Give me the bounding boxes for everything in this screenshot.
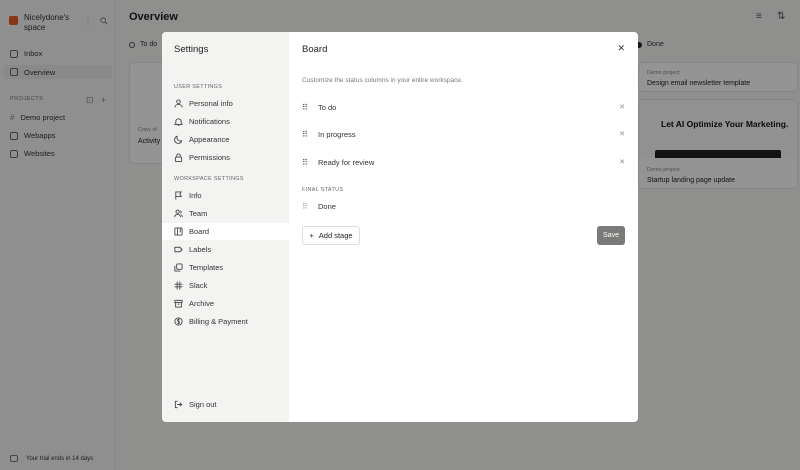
settings-item-appearance[interactable]: Appearance — [162, 131, 289, 148]
sign-out-label: Sign out — [189, 400, 217, 409]
settings-modal: Settings USER SETTINGS Personal info Not… — [162, 32, 638, 422]
settings-item-labels[interactable]: Labels — [162, 241, 289, 258]
settings-item-label: Notifications — [189, 117, 230, 126]
stage-name[interactable]: To do — [318, 103, 336, 112]
settings-item-permissions[interactable]: Permissions — [162, 149, 289, 166]
settings-item-label: Billing & Payment — [189, 317, 248, 326]
settings-item-label: Board — [189, 227, 210, 236]
drag-handle-icon[interactable]: ⠿ — [302, 103, 308, 112]
plus-icon: + — [309, 231, 314, 240]
tag-icon — [174, 245, 183, 254]
settings-item-label: Info — [189, 191, 202, 200]
archive-icon — [174, 299, 183, 308]
settings-item-label: Slack — [189, 281, 208, 290]
workspace-settings-heading: WORKSPACE SETTINGS — [174, 176, 244, 182]
close-icon[interactable]: ✕ — [617, 44, 625, 53]
settings-item-label: Personal info — [189, 99, 233, 108]
bell-icon — [174, 117, 183, 126]
settings-item-board[interactable]: Board — [162, 223, 289, 240]
templates-icon — [174, 263, 183, 272]
drag-handle-icon: ⠿ — [302, 201, 308, 211]
stage-row[interactable]: ⠿ To do ✕ — [302, 100, 625, 114]
settings-item-label: Appearance — [189, 135, 230, 144]
settings-item-label: Archive — [189, 299, 215, 308]
settings-item-label: Permissions — [189, 153, 230, 162]
flag-icon — [174, 191, 183, 200]
final-status-heading: FINAL STATUS — [302, 187, 344, 193]
stage-row[interactable]: ⠿ In progress ✕ — [302, 127, 625, 141]
billing-icon — [174, 317, 183, 326]
board-description: Customize the status columns in your ent… — [302, 77, 463, 84]
settings-item-label: Templates — [189, 263, 224, 272]
settings-item-slack[interactable]: Slack — [162, 277, 289, 294]
team-icon — [174, 209, 183, 218]
sign-out-button[interactable]: Sign out — [162, 396, 289, 413]
add-stage-button[interactable]: + Add stage — [302, 226, 360, 245]
settings-item-notifications[interactable]: Notifications — [162, 113, 289, 130]
settings-item-info[interactable]: Info — [162, 187, 289, 204]
board-title: Board — [302, 44, 328, 55]
remove-stage-icon[interactable]: ✕ — [619, 158, 625, 166]
remove-stage-icon[interactable]: ✕ — [619, 130, 625, 138]
final-stage-row: ⠿ Done — [302, 199, 625, 213]
board-icon — [174, 227, 183, 236]
settings-title: Settings — [174, 44, 209, 55]
settings-sidebar: Settings USER SETTINGS Personal info Not… — [162, 32, 289, 422]
remove-stage-icon[interactable]: ✕ — [619, 103, 625, 111]
settings-item-label: Labels — [189, 245, 212, 254]
stage-name[interactable]: In progress — [318, 130, 356, 139]
user-settings-heading: USER SETTINGS — [174, 84, 223, 90]
board-settings-panel: Board ✕ Customize the status columns in … — [289, 32, 638, 422]
stage-name[interactable]: Ready for review — [318, 158, 374, 167]
settings-item-templates[interactable]: Templates — [162, 259, 289, 276]
moon-icon — [174, 135, 183, 144]
settings-item-billing[interactable]: Billing & Payment — [162, 313, 289, 330]
settings-item-personal-info[interactable]: Personal info — [162, 95, 289, 112]
save-button[interactable]: Save — [597, 226, 625, 245]
final-stage-name: Done — [318, 201, 336, 211]
settings-item-team[interactable]: Team — [162, 205, 289, 222]
add-stage-label: Add stage — [318, 231, 353, 240]
user-icon — [174, 99, 183, 108]
sign-out-icon — [174, 400, 183, 409]
stage-row[interactable]: ⠿ Ready for review ✕ — [302, 155, 625, 169]
drag-handle-icon[interactable]: ⠿ — [302, 130, 308, 139]
settings-item-label: Team — [189, 209, 208, 218]
lock-icon — [174, 153, 183, 162]
slack-icon — [174, 281, 183, 290]
settings-item-archive[interactable]: Archive — [162, 295, 289, 312]
drag-handle-icon[interactable]: ⠿ — [302, 158, 308, 167]
